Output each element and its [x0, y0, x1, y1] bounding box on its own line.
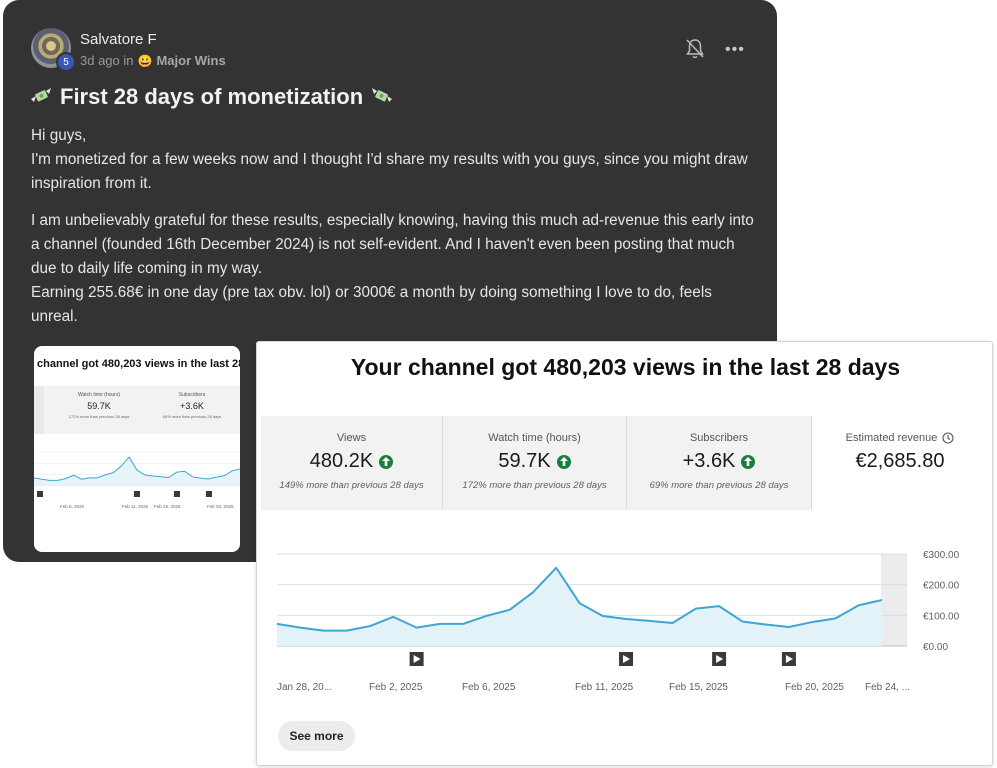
stat-value-row: +3.6K [627, 450, 811, 473]
y-tick-label: €100.00 [923, 611, 960, 622]
analytics-title: Your channel got 480,203 views in the la… [350, 354, 901, 380]
stat-watch-time[interactable]: Watch time (hours) 59.7K 172% more than … [443, 416, 626, 510]
thumbnail-stat-label: Watch time (hours) [77, 392, 121, 398]
money-with-wings-icon [31, 88, 51, 102]
money-with-wings-icon [372, 88, 393, 102]
thumbnail-stat-value: 59.7K [87, 401, 111, 411]
thumbnail-stat-compare: 172% more than previous 28 days [68, 414, 130, 419]
arrow-up-icon [741, 454, 756, 469]
thumbnail-video-marker-icon [134, 491, 140, 497]
arrow-up-icon [556, 454, 571, 469]
post-title-text: First 28 days of monetization [60, 84, 364, 109]
video-marker-icon [712, 652, 727, 666]
thumbnail-chart: Feb 6, 2025 Feb 11, 2025 Feb 15, 2025 Feb 2… [34, 451, 240, 509]
stat-value-row: 480.2K [261, 450, 442, 473]
thumbnail-stat: Subscribers +3.6K 69% more than previous… [147, 392, 237, 419]
y-tick-label: €200.00 [923, 581, 960, 592]
y-tick-label: €300.00 [923, 550, 960, 561]
stat-value: 480.2K [309, 450, 374, 472]
category-link[interactable]: Major Wins [156, 53, 225, 68]
post-paragraph: Hi guys, I'm monetized for a few weeks n… [31, 127, 748, 192]
stat-views[interactable]: Views 480.2K 149% more than previous 28 … [261, 416, 442, 510]
stat-estimated-revenue[interactable]: Estimated revenue €2,685.80 [812, 416, 988, 510]
stat-value: +3.6K [682, 450, 736, 472]
x-tick-label: Feb 20, 2025 [785, 682, 844, 693]
stat-value: 59.7K [498, 450, 551, 472]
thumbnail-x-tick-label: Feb 20, 2025 [207, 504, 234, 509]
stat-subscribers[interactable]: Subscribers +3.6K 69% more than previous… [627, 416, 811, 510]
stat-compare: 172% more than previous 28 days [462, 480, 607, 491]
stat-compare: 149% more than previous 28 days [279, 480, 424, 491]
clock-icon [942, 432, 954, 444]
y-tick-label: €0.00 [923, 642, 948, 653]
x-tick-label: Feb 15, 2025 [669, 682, 728, 693]
stat-label: Watch time (hours) [488, 432, 581, 444]
thumbnail-x-tick-label: Feb 11, 2025 [122, 504, 149, 509]
post-body: Hi guys, I'm monetized for a few weeks n… [31, 124, 761, 342]
x-tick-label: Feb 24, ... [865, 682, 910, 693]
x-tick-label: Feb 2, 2025 [369, 682, 423, 693]
thumbnail-stat-label: Subscribers [178, 392, 206, 398]
revenue-chart: €0.00 €100.00 €200.00 €300.00 Jan 28, 20... F… [276, 550, 960, 693]
thumbnail-stat-compare: 69% more than previous 28 days [162, 414, 222, 419]
x-tick-label: Jan 28, 20... [277, 682, 332, 693]
stat-label: Estimated revenue [845, 432, 938, 444]
more-dots-icon[interactable]: ••• [725, 42, 745, 58]
partial-period-shade [881, 554, 907, 646]
stat-compare: 69% more than previous 28 days [649, 480, 789, 491]
thumbnail-x-tick-label: Feb 15, 2025 [154, 504, 181, 509]
arrow-up-icon [379, 454, 394, 469]
post-time: 3d ago in [80, 53, 134, 68]
video-marker-icon [409, 652, 424, 666]
x-tick-label: Feb 11, 2025 [575, 682, 634, 693]
thumbnail-video-marker-icon [37, 491, 43, 497]
stat-label-row: Estimated revenue [812, 432, 988, 444]
stat-value-row: €2,685.80 [812, 450, 988, 473]
stat-value: €2,685.80 [855, 450, 945, 472]
thumbnail-video-marker-icon [206, 491, 212, 497]
post-title: First 28 days of monetization [30, 84, 393, 110]
post-meta: 3d ago in 😀 Major Wins [80, 53, 226, 68]
stat-value-row: 59.7K [443, 450, 626, 473]
category-emoji: 😀 [137, 53, 153, 68]
thumbnail-stats: Watch time (hours) 59.7K 172% more than … [34, 386, 240, 434]
bell-icon[interactable] [685, 38, 705, 60]
thumbnail-x-tick-label: Feb 6, 2025 [60, 504, 85, 509]
thumbnail-video-marker-icon [174, 491, 180, 497]
post-paragraph: I am unbelievably grateful for these res… [31, 212, 754, 325]
thumbnail-stat-value: +3.6K [180, 401, 204, 411]
x-tick-label: Feb 6, 2025 [462, 682, 516, 693]
analytics-card: Your channel got 480,203 views in the la… [256, 341, 993, 766]
attachment-thumbnail[interactable]: channel got 480,203 views in the last 28… [34, 346, 240, 552]
thumbnail-series-area [34, 457, 240, 486]
level-badge: 5 [56, 52, 76, 72]
see-more-button[interactable]: See more [278, 721, 355, 751]
thumbnail-stat: Watch time (hours) 59.7K 172% more than … [54, 392, 144, 419]
series-area [277, 567, 882, 646]
stat-label: Subscribers [689, 432, 749, 444]
video-marker-icon [781, 652, 796, 666]
thumbnail-title: channel got 480,203 views in the last 28… [37, 358, 240, 370]
video-marker-icon [619, 652, 634, 666]
author-name[interactable]: Salvatore F [80, 31, 157, 48]
stat-label: Views [336, 432, 367, 444]
stats-bar: Views 480.2K 149% more than previous 28 … [261, 416, 988, 510]
